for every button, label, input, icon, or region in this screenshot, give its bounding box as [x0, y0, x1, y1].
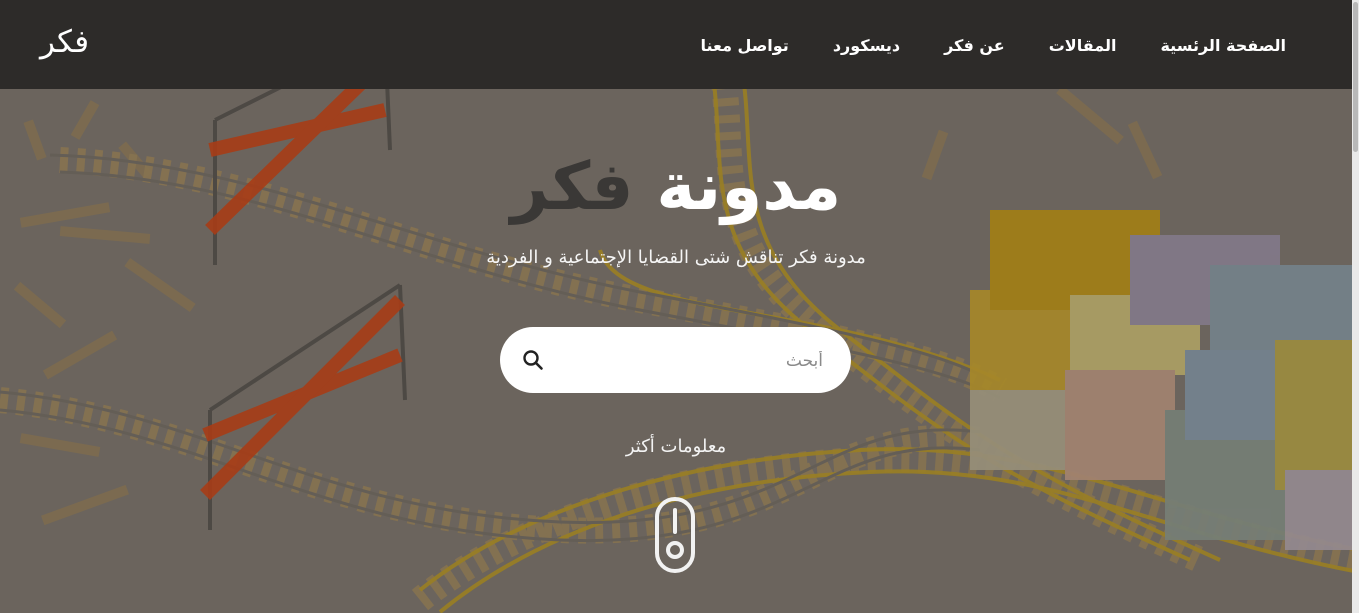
nav-item: المقالات: [1027, 36, 1139, 55]
nav-link-articles[interactable]: المقالات: [1027, 36, 1139, 55]
nav-link-about[interactable]: عن فكر: [922, 36, 1027, 55]
page-scrollbar[interactable]: [1352, 0, 1359, 613]
hero-subtitle: مدونة فكر تناقش شتى القضايا الإجتماعية و…: [486, 247, 866, 268]
hero-title: مدونة فكر: [0, 142, 1352, 232]
nav-link-home[interactable]: الصفحة الرئسية: [1138, 36, 1286, 55]
brand-logo[interactable]: فكر: [40, 24, 89, 60]
search-icon[interactable]: [522, 349, 544, 371]
navbar: الصفحة الرئسية المقالات عن فكر ديسكورد ت…: [0, 0, 1352, 89]
scrollbar-thumb[interactable]: [1353, 2, 1358, 152]
nav-item: الصفحة الرئسية: [1138, 36, 1286, 55]
nav-menu: الصفحة الرئسية المقالات عن فكر ديسكورد ت…: [679, 36, 1287, 55]
hero-title-word-1: مدونة: [656, 148, 842, 225]
nav-item: ديسكورد: [811, 36, 922, 55]
scroll-mouse-icon[interactable]: [654, 496, 696, 574]
more-info-link[interactable]: معلومات أكثر: [0, 436, 1352, 457]
nav-link-contact[interactable]: تواصل معنا: [679, 36, 811, 55]
nav-link-discord[interactable]: ديسكورد: [811, 36, 922, 55]
nav-item: عن فكر: [922, 36, 1027, 55]
hero-section: مدونة فكر مدونة فكر تناقش شتى القضايا ال…: [0, 0, 1359, 613]
nav-item: تواصل معنا: [679, 36, 811, 55]
search-input[interactable]: [581, 341, 825, 381]
hero-title-word-2: فكر: [510, 148, 634, 225]
search-box: [500, 327, 851, 393]
